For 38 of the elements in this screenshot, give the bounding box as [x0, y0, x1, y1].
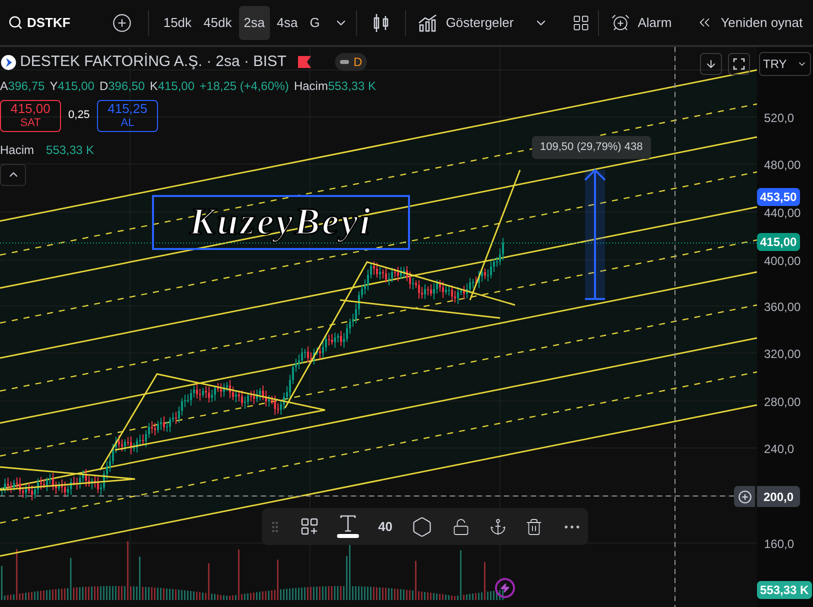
- volume-study-value: 553,33 K: [46, 142, 94, 158]
- status-badge[interactable]: D: [335, 53, 368, 72]
- price-label: 453,50: [757, 188, 800, 206]
- volume-study-label: Hacim: [0, 142, 34, 158]
- buy-button[interactable]: 415,25 AL: [97, 100, 158, 132]
- interval-tab[interactable]: 2sa: [238, 6, 270, 40]
- sell-button[interactable]: 415,00 SAT: [0, 100, 61, 132]
- interval-tab[interactable]: 4sa: [272, 6, 303, 40]
- ohlc-value: Y415,00: [50, 78, 94, 94]
- interval-tab[interactable]: 15dk: [158, 6, 197, 40]
- replay-button[interactable]: Yeniden oynat: [692, 12, 807, 32]
- spread-value: 0,25: [67, 108, 91, 124]
- price-tick: 400,00: [764, 253, 801, 270]
- price-tick: 520,0: [764, 110, 794, 127]
- ohlc-value: A396,75: [0, 78, 45, 94]
- crosshair-price-label: 200,0: [757, 486, 800, 507]
- interval-tab[interactable]: 45dk: [198, 6, 237, 40]
- symbol-title: DESTEK FAKTORİNG A.Ş. · 2sa · BIST: [20, 52, 286, 72]
- ohlc-value: K415,00: [150, 78, 195, 94]
- price-tick: 240,0: [764, 441, 794, 458]
- price-tick: 160,0: [764, 536, 794, 553]
- price-tick: 320,00: [764, 346, 801, 363]
- symbol-search[interactable]: DSTKF: [4, 12, 74, 32]
- price-label: 553,33 K: [757, 581, 812, 599]
- indicators-button[interactable]: Göstergeler: [414, 12, 518, 32]
- price-tick: 480,00: [764, 157, 801, 174]
- interval-tab[interactable]: G: [304, 6, 325, 40]
- measure-label: 109,50 (29,79%) 438: [532, 136, 651, 158]
- alarm-button[interactable]: Alarm: [606, 12, 676, 32]
- change-value: +18,25 (+4,60%): [200, 78, 289, 94]
- price-tick: 280,00: [764, 394, 801, 411]
- price-label: 415,00: [757, 233, 800, 251]
- volume-value: Hacim553,33 K: [294, 78, 376, 94]
- ohlc-value: D396,50: [99, 78, 145, 94]
- currency-select[interactable]: TRY: [759, 52, 811, 76]
- font-size-button[interactable]: 40: [378, 516, 393, 536]
- price-tick: 360,00: [764, 299, 801, 316]
- price-tick: 440,00: [764, 205, 801, 222]
